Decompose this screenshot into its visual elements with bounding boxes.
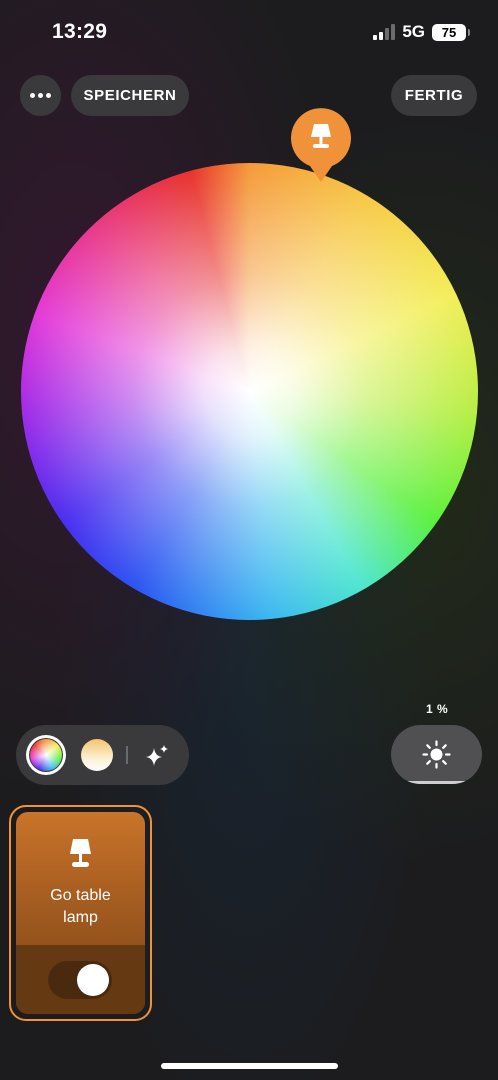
color-wheel[interactable] (21, 163, 478, 620)
mode-divider (126, 746, 128, 764)
light-card-footer (16, 945, 145, 1014)
battery-icon: 75 (432, 23, 470, 41)
brightness-fill (391, 781, 482, 784)
table-lamp-icon (311, 124, 331, 148)
cellular-signal-icon (373, 24, 396, 40)
light-card[interactable]: Go table lamp (16, 812, 145, 1014)
color-wheel-icon (30, 739, 62, 771)
light-name-line2: lamp (63, 909, 98, 926)
save-button[interactable]: SPEICHERN (71, 75, 189, 116)
ellipsis-icon (30, 93, 51, 98)
status-indicators: 5G 75 (373, 22, 470, 42)
light-power-toggle[interactable] (48, 961, 112, 999)
network-type: 5G (402, 22, 425, 41)
more-button[interactable] (20, 75, 61, 116)
done-button[interactable]: FERTIG (391, 75, 477, 116)
sparkles-icon (146, 745, 168, 766)
white-ambiance-button[interactable] (81, 739, 113, 771)
brightness-slider[interactable] (391, 725, 482, 784)
color-mode-button[interactable] (26, 735, 66, 775)
battery-level: 75 (441, 24, 457, 40)
light-name: Go table lamp (16, 885, 145, 929)
sun-icon (422, 740, 451, 769)
light-name-line1: Go table (50, 887, 111, 904)
brightness-value: 1 % (426, 702, 449, 716)
status-time: 13:29 (52, 20, 108, 43)
table-lamp-icon (70, 839, 91, 867)
effects-button[interactable] (142, 741, 172, 771)
wheel-marker[interactable] (290, 106, 352, 184)
mode-selector (16, 725, 189, 785)
home-indicator[interactable] (161, 1063, 338, 1069)
toggle-knob (77, 964, 109, 996)
